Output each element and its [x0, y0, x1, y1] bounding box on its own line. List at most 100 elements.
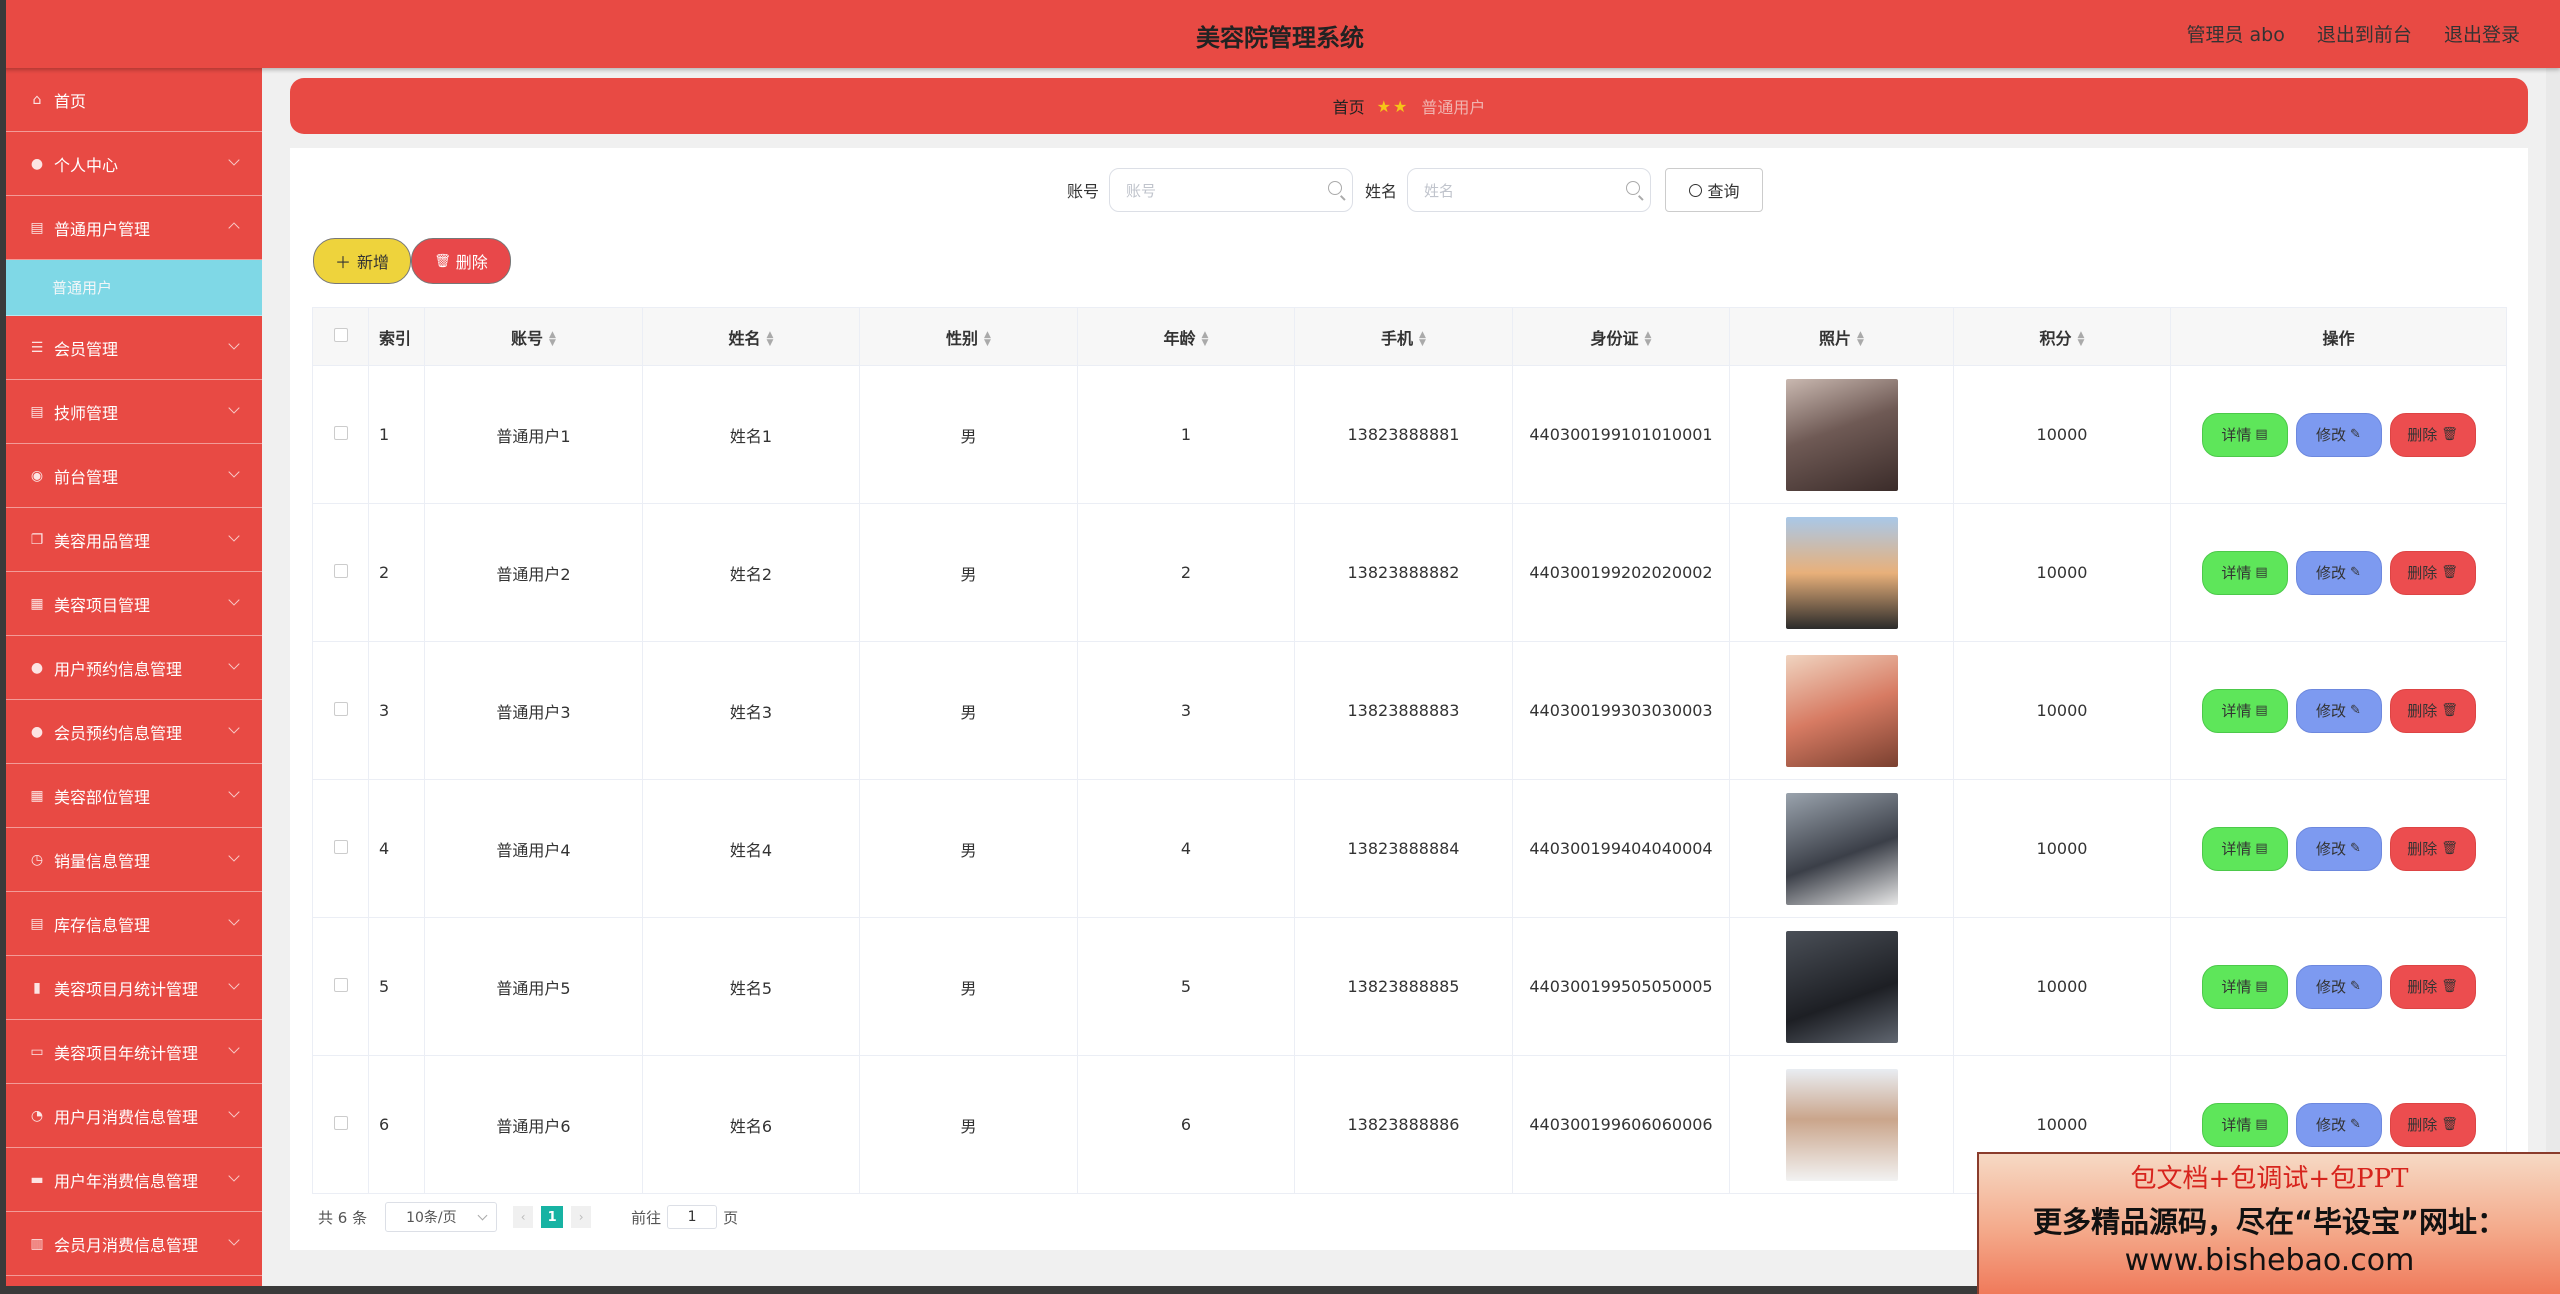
- sidebar-item-6[interactable]: ❐ 美容用品管理: [6, 508, 262, 572]
- user-photo[interactable]: [1785, 930, 1898, 1043]
- sort-icon[interactable]: ▲ ▼: [1857, 331, 1864, 348]
- delete-label: 删除: [2407, 840, 2438, 858]
- user-photo[interactable]: [1785, 654, 1898, 767]
- table-row[interactable]: 4 普通用户4 姓名4 男 4 13823888884 440300199404040004…: [312, 779, 2507, 918]
- sidebar-item-17[interactable]: ▥ 会员月消费信息管理: [6, 1212, 262, 1276]
- chevron-down-icon: [228, 338, 240, 350]
- row-checkbox[interactable]: [333, 564, 348, 578]
- table-row[interactable]: 1 普通用户1 姓名1 男 1 13823888881 440300199101010001…: [312, 365, 2507, 504]
- delete-button[interactable]: 删除 🗑: [2389, 1102, 2476, 1147]
- account-search-input[interactable]: 账号: [1109, 168, 1353, 212]
- sort-icon[interactable]: ▲ ▼: [549, 331, 556, 348]
- col-age[interactable]: 年龄 ▲ ▼: [1077, 307, 1295, 366]
- row-select-cell[interactable]: [312, 365, 369, 504]
- detail-button[interactable]: 详情 ▤: [2201, 1102, 2288, 1147]
- row-select-cell[interactable]: [312, 503, 369, 642]
- sort-icon[interactable]: ▲ ▼: [984, 331, 991, 348]
- select-all-cell[interactable]: [312, 307, 369, 366]
- back-to-front-link[interactable]: 退出到前台: [2317, 24, 2412, 46]
- sidebar-item-5[interactable]: ◉ 前台管理: [6, 444, 262, 508]
- sidebar-item-12[interactable]: ▤ 库存信息管理: [6, 892, 262, 956]
- table-row[interactable]: 3 普通用户3 姓名3 男 3 13823888883 440300199303030003…: [312, 641, 2507, 780]
- add-button[interactable]: ＋ 新增: [313, 238, 411, 284]
- breadcrumb-home[interactable]: 首页: [1333, 94, 1365, 118]
- user-icon: ●: [30, 155, 44, 172]
- row-select-cell[interactable]: [312, 779, 369, 918]
- edit-button[interactable]: 修改 ✎: [2295, 1102, 2382, 1147]
- row-select-cell[interactable]: [312, 917, 369, 1056]
- detail-button[interactable]: 详情 ▤: [2201, 688, 2288, 733]
- sort-icon[interactable]: ▲ ▼: [2078, 331, 2085, 348]
- user-photo[interactable]: [1785, 378, 1898, 491]
- edit-button[interactable]: 修改 ✎: [2295, 826, 2382, 871]
- sidebar-item-0[interactable]: ⌂ 首页: [6, 68, 262, 132]
- delete-button[interactable]: 删除 🗑: [2389, 550, 2476, 595]
- sort-icon[interactable]: ▲ ▼: [1419, 331, 1426, 348]
- delete-label: 删除: [2407, 1116, 2438, 1134]
- sidebar-item-10[interactable]: ▦ 美容部位管理: [6, 764, 262, 828]
- sidebar-item-2[interactable]: ▤ 普通用户管理: [6, 196, 262, 260]
- sidebar-item-14[interactable]: ▭ 美容项目年统计管理: [6, 1020, 262, 1084]
- detail-button[interactable]: 详情 ▤: [2201, 550, 2288, 595]
- goto-page-input[interactable]: 1: [667, 1205, 718, 1229]
- delete-button[interactable]: 删除 🗑: [2389, 412, 2476, 457]
- row-select-cell[interactable]: [312, 641, 369, 780]
- sidebar-item-9[interactable]: ● 会员预约信息管理: [6, 700, 262, 764]
- edit-button[interactable]: 修改 ✎: [2295, 688, 2382, 733]
- batch-delete-button[interactable]: 🗑 删除: [411, 238, 511, 284]
- col-account[interactable]: 账号 ▲ ▼: [424, 307, 643, 366]
- row-checkbox[interactable]: [333, 1116, 348, 1130]
- row-checkbox[interactable]: [333, 426, 348, 440]
- user-photo[interactable]: [1785, 1068, 1898, 1181]
- detail-button[interactable]: 详情 ▤: [2201, 964, 2288, 1009]
- user-photo[interactable]: [1785, 792, 1898, 905]
- sort-icon[interactable]: ▲ ▼: [1202, 331, 1209, 348]
- col-phone[interactable]: 手机 ▲ ▼: [1294, 307, 1513, 366]
- scrollbar[interactable]: [2546, 68, 2560, 1294]
- sidebar-item-15[interactable]: ◔ 用户月消费信息管理: [6, 1084, 262, 1148]
- delete-button[interactable]: 删除 🗑: [2389, 964, 2476, 1009]
- delete-button[interactable]: 删除 🗑: [2389, 688, 2476, 733]
- col-points[interactable]: 积分 ▲ ▼: [1953, 307, 2171, 366]
- col-photo[interactable]: 照片 ▲ ▼: [1729, 307, 1954, 366]
- table-row[interactable]: 2 普通用户2 姓名2 男 2 13823888882 440300199202020002…: [312, 503, 2507, 642]
- detail-button[interactable]: 详情 ▤: [2201, 412, 2288, 457]
- col-name-label: 姓名: [728, 328, 761, 348]
- page-number-current[interactable]: 1: [541, 1206, 564, 1228]
- edit-button[interactable]: 修改 ✎: [2295, 964, 2382, 1009]
- sidebar-item-16[interactable]: ▬ 用户年消费信息管理: [6, 1148, 262, 1212]
- sidebar-item-1[interactable]: ● 个人中心: [6, 132, 262, 196]
- query-button[interactable]: 查询: [1665, 168, 1764, 212]
- sidebar-item-13[interactable]: ▮ 美容项目月统计管理: [6, 956, 262, 1020]
- row-checkbox[interactable]: [333, 840, 348, 854]
- sidebar-item-7[interactable]: ▦ 美容项目管理: [6, 572, 262, 636]
- edit-button[interactable]: 修改 ✎: [2295, 412, 2382, 457]
- col-gender[interactable]: 性别 ▲ ▼: [859, 307, 1078, 366]
- col-idcard[interactable]: 身份证 ▲ ▼: [1512, 307, 1730, 366]
- row-select-cell[interactable]: [312, 1055, 369, 1194]
- breadcrumb: 首页 ★★ 普通用户: [290, 78, 2528, 134]
- delete-button[interactable]: 删除 🗑: [2389, 826, 2476, 871]
- sort-icon[interactable]: ▲ ▼: [1645, 331, 1652, 348]
- name-search-input[interactable]: 姓名: [1407, 168, 1652, 212]
- row-checkbox[interactable]: [333, 702, 348, 716]
- next-page-button[interactable]: ›: [571, 1206, 592, 1228]
- prev-page-button[interactable]: ‹: [513, 1206, 534, 1228]
- clock-icon: ◔: [30, 1107, 44, 1124]
- detail-button[interactable]: 详情 ▤: [2201, 826, 2288, 871]
- col-name[interactable]: 姓名 ▲ ▼: [642, 307, 860, 366]
- user-photo[interactable]: [1785, 516, 1898, 629]
- sidebar-item-11[interactable]: ◷ 销量信息管理: [6, 828, 262, 892]
- logout-link[interactable]: 退出登录: [2444, 24, 2520, 46]
- select-all-checkbox[interactable]: [333, 328, 348, 342]
- page-size-select[interactable]: 10条/页: [385, 1202, 498, 1232]
- edit-button[interactable]: 修改 ✎: [2295, 550, 2382, 595]
- name-label: 姓名: [1365, 182, 1398, 201]
- sidebar-item-3[interactable]: ☰ 会员管理: [6, 316, 262, 380]
- sort-icon[interactable]: ▲ ▼: [767, 331, 774, 348]
- table-row[interactable]: 5 普通用户5 姓名5 男 5 13823888885 440300199505050005…: [312, 917, 2507, 1056]
- submenu-item-regular-users[interactable]: 普通用户: [6, 260, 262, 316]
- row-checkbox[interactable]: [333, 978, 348, 992]
- sidebar-item-8[interactable]: ● 用户预约信息管理: [6, 636, 262, 700]
- sidebar-item-4[interactable]: ▤ 技师管理: [6, 380, 262, 444]
